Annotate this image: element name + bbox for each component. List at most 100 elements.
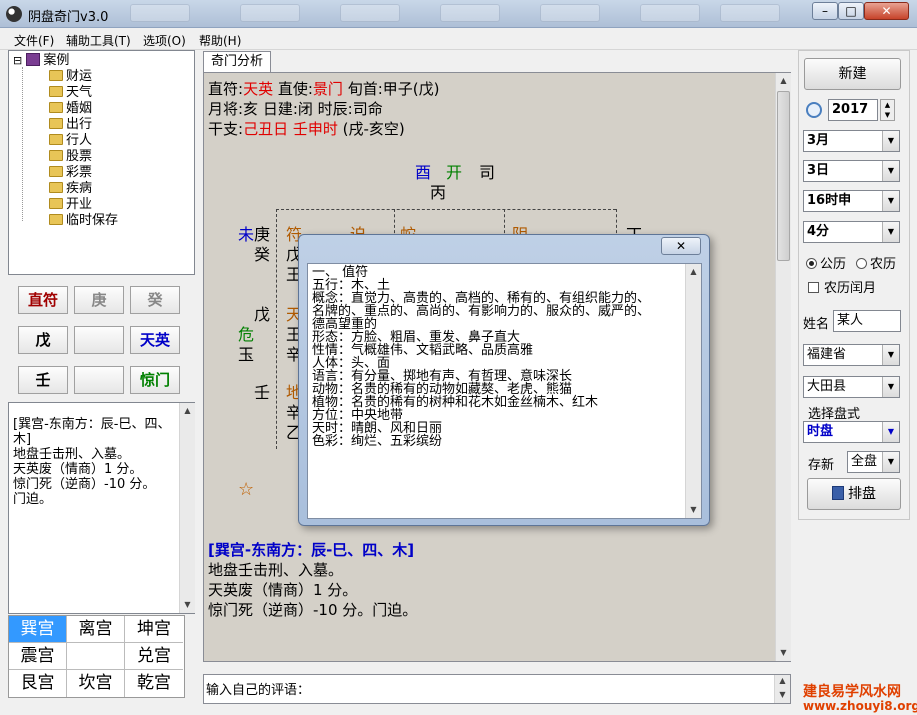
close-button[interactable]: ✕ xyxy=(864,2,909,20)
comment-label: 输入自己的评语： xyxy=(206,683,311,698)
tree-item-label: 行人 xyxy=(66,133,93,148)
name-input[interactable]: 某人 xyxy=(833,310,901,332)
case-tree[interactable]: ⊟ 案例 财运 天气 婚姻 出行 行人 股票 彩票 疾病 开业 临时保存 xyxy=(8,50,195,275)
tree-item-tianqi[interactable]: 天气 xyxy=(49,85,92,101)
popup-close-button[interactable]: ✕ xyxy=(661,237,701,255)
folder-icon xyxy=(49,118,63,129)
background-tab xyxy=(130,4,190,22)
popup-scrollbar[interactable]: ▲ ▼ xyxy=(685,264,701,518)
palace-center[interactable] xyxy=(67,643,125,670)
scroll-up-icon[interactable]: ▲ xyxy=(686,264,701,280)
ren-button[interactable]: 壬 xyxy=(18,366,68,394)
geng-button[interactable]: 庚 xyxy=(74,286,124,314)
jingmen-button[interactable]: 惊门 xyxy=(130,366,180,394)
tree-root[interactable]: ⊟ 案例 xyxy=(13,53,69,69)
empty-button[interactable] xyxy=(74,326,124,354)
chevron-down-icon[interactable]: ▼ xyxy=(882,161,899,181)
tree-item-caipiao[interactable]: 彩票 xyxy=(49,165,92,181)
scroll-down-icon[interactable]: ▼ xyxy=(180,597,195,613)
palace-note[interactable]: [巽宫-东南方：辰-巳、四、木] 地盘壬击刑、入墓。 天英废（情商）1 分。 惊… xyxy=(8,402,195,614)
note-text: [巽宫-东南方：辰-巳、四、木] 地盘壬击刑、入墓。 天英废（情商）1 分。 惊… xyxy=(13,417,181,507)
tree-item-kaiye[interactable]: 开业 xyxy=(49,197,92,213)
tree-item-jibing[interactable]: 疾病 xyxy=(49,181,92,197)
new-button[interactable]: 新建 xyxy=(804,58,901,90)
popup-body[interactable]: 一、 值符 五行：木、土 概念：直觉力、高贵的、高档的、稀有的、有组织能力的、 … xyxy=(307,263,702,519)
palace-zhen[interactable]: 震宫 xyxy=(9,643,67,670)
analysis-scrollbar[interactable]: ▲ ▼ xyxy=(775,73,791,661)
year-input[interactable]: 2017 xyxy=(828,99,878,121)
province-select[interactable]: 福建省 ▼ xyxy=(803,344,900,366)
chevron-down-icon[interactable]: ▼ xyxy=(882,131,899,151)
save-select[interactable]: 全盘 ▼ xyxy=(847,451,900,473)
palace-li[interactable]: 离宫 xyxy=(67,616,125,643)
scroll-down-icon[interactable]: ▼ xyxy=(775,687,790,703)
palace-gen[interactable]: 艮宫 xyxy=(9,670,67,697)
scroll-thumb[interactable] xyxy=(777,91,790,261)
palace-kan[interactable]: 坎宫 xyxy=(67,670,125,697)
palace-dui[interactable]: 兑宫 xyxy=(125,643,183,670)
gui-button[interactable]: 癸 xyxy=(130,286,180,314)
empty-button[interactable] xyxy=(74,366,124,394)
spin-down-icon[interactable]: ▼ xyxy=(881,110,894,120)
chevron-down-icon[interactable]: ▼ xyxy=(882,191,899,211)
palace-kun[interactable]: 坤宫 xyxy=(125,616,183,643)
radio-selected-icon[interactable] xyxy=(806,258,817,269)
minute-select[interactable]: 4分 ▼ xyxy=(803,221,900,243)
palace-xun[interactable]: 巽宫 xyxy=(9,616,67,643)
menu-tools[interactable]: 辅助工具(T) xyxy=(66,32,131,49)
zhifu-button[interactable]: 直符 xyxy=(18,286,68,314)
chart-left1-a: 未 xyxy=(238,225,255,244)
hour-select[interactable]: 16时申 ▼ xyxy=(803,190,900,212)
scroll-up-icon[interactable]: ▲ xyxy=(776,73,791,89)
month-select[interactable]: 3月 ▼ xyxy=(803,130,900,152)
tree-item-hunyin[interactable]: 婚姻 xyxy=(49,101,92,117)
tree-item-caiyun[interactable]: 财运 xyxy=(49,69,92,85)
note-scrollbar[interactable]: ▲ ▼ xyxy=(179,403,195,613)
leap-checkbox[interactable]: 农历闰月 xyxy=(808,277,876,296)
comment-scrollbar[interactable]: ▲ ▼ xyxy=(774,675,790,703)
background-tab xyxy=(540,4,600,22)
analysis-line-3: 干支:己丑日 壬申时 (戌-亥空) xyxy=(208,120,405,138)
arrange-button[interactable]: 排盘 xyxy=(807,478,901,510)
checkbox-icon[interactable] xyxy=(808,282,819,293)
palace-qian[interactable]: 乾宫 xyxy=(125,670,183,697)
tree-item-gupiao[interactable]: 股票 xyxy=(49,149,92,165)
style-select[interactable]: 时盘 ▼ xyxy=(803,421,900,443)
spin-up-icon[interactable]: ▲ xyxy=(881,100,894,110)
tab-qimen-analysis[interactable]: 奇门分析 xyxy=(203,51,271,73)
chevron-down-icon[interactable]: ▼ xyxy=(882,222,899,242)
value-zhifu: 天英 xyxy=(243,80,274,98)
tree-item-linshi[interactable]: 临时保存 xyxy=(49,213,118,229)
menu-help[interactable]: 帮助(H) xyxy=(199,32,241,49)
scroll-down-icon[interactable]: ▼ xyxy=(776,645,791,661)
radio-lunar[interactable]: 农历 xyxy=(856,253,896,272)
maximize-button[interactable]: □ xyxy=(838,2,864,20)
chevron-down-icon[interactable]: ▼ xyxy=(882,377,899,397)
tianying-button[interactable]: 天英 xyxy=(130,326,180,354)
menu-file[interactable]: 文件(F) xyxy=(14,32,54,49)
radio-icon[interactable] xyxy=(856,258,867,269)
wu-button[interactable]: 戊 xyxy=(18,326,68,354)
chevron-down-icon[interactable]: ▼ xyxy=(882,345,899,365)
analysis-heading: [巽宫-东南方：辰-巳、四、木] xyxy=(208,541,415,559)
symbol-popup[interactable]: ✕ 一、 值符 五行：木、土 概念：直觉力、高贵的、高档的、稀有的、有组织能力的… xyxy=(298,234,710,526)
chevron-down-icon[interactable]: ▼ xyxy=(882,422,899,442)
tree-item-label: 疾病 xyxy=(66,181,93,196)
chart-top-c: 司 xyxy=(479,163,496,182)
collapse-icon[interactable]: ⊟ xyxy=(13,54,22,67)
scroll-down-icon[interactable]: ▼ xyxy=(686,502,701,518)
radio-solar[interactable]: 公历 xyxy=(806,253,846,272)
day-select[interactable]: 3日 ▼ xyxy=(803,160,900,182)
county-select[interactable]: 大田县 ▼ xyxy=(803,376,900,398)
minimize-button[interactable]: – xyxy=(812,2,838,20)
chart-top-d: 丙 xyxy=(430,183,447,202)
leap-label: 农历闰月 xyxy=(824,281,877,296)
scroll-up-icon[interactable]: ▲ xyxy=(180,403,195,419)
comment-input[interactable]: 输入自己的评语： ▲ ▼ xyxy=(203,674,791,704)
tree-item-chuxing[interactable]: 出行 xyxy=(49,117,92,133)
chevron-down-icon[interactable]: ▼ xyxy=(882,452,899,472)
title-bar[interactable]: 阴盘奇门v3.0 – □ ✕ xyxy=(0,0,917,28)
tree-item-xingren[interactable]: 行人 xyxy=(49,133,92,149)
menu-options[interactable]: 选项(O) xyxy=(143,32,186,49)
year-spinner[interactable]: ▲ ▼ xyxy=(880,99,895,121)
